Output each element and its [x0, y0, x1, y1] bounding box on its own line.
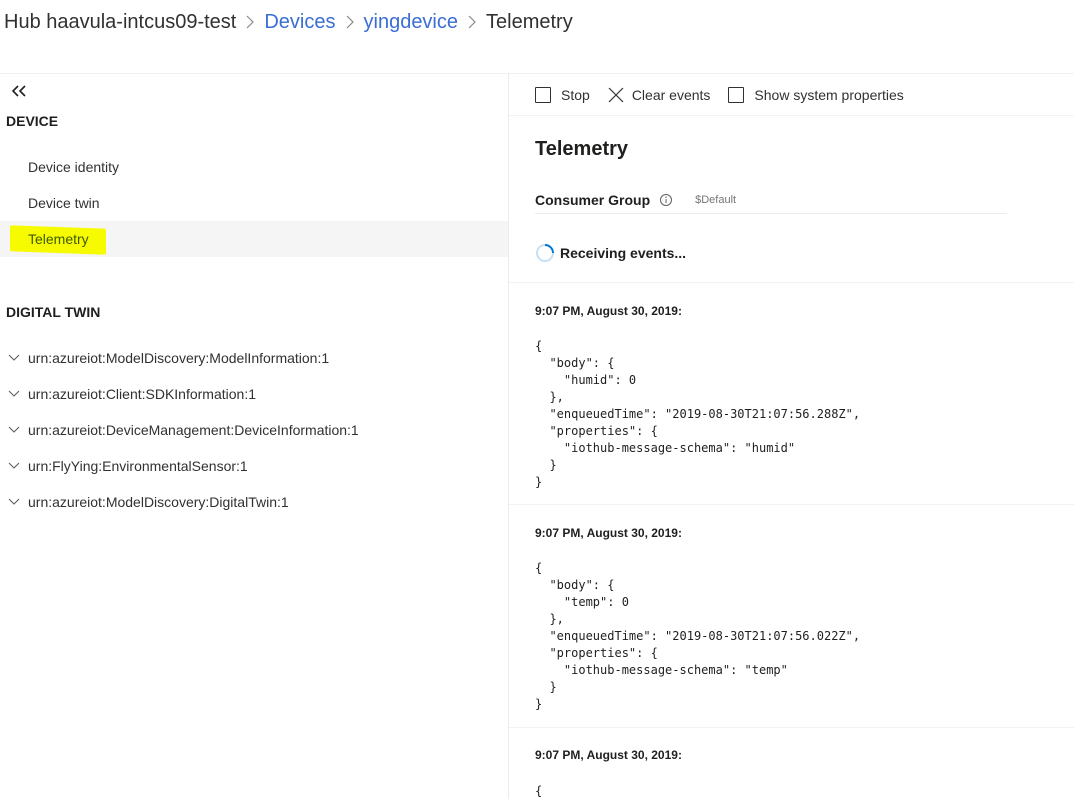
- chevron-right-icon: [236, 8, 264, 36]
- stop-button[interactable]: Stop: [535, 75, 590, 115]
- tree-item-model-information[interactable]: urn:azureiot:ModelDiscovery:ModelInforma…: [0, 340, 508, 376]
- device-group-title: DEVICE: [6, 113, 59, 129]
- chevron-right-icon: [336, 8, 364, 36]
- show-system-properties-label: Show system properties: [754, 86, 904, 103]
- nav-item-device-identity[interactable]: Device identity: [0, 149, 508, 185]
- left-nav: DEVICE Device identity Device twin Telem…: [0, 73, 508, 799]
- digital-twin-group-title: DIGITAL TWIN: [6, 304, 101, 320]
- nav-item-label: Telemetry: [28, 231, 89, 247]
- stop-checkbox-icon: [535, 86, 551, 103]
- chevron-down-icon: [0, 462, 28, 470]
- chevron-down-icon: [0, 354, 28, 362]
- event-timestamp: 9:07 PM, August 30, 2019:: [535, 748, 682, 762]
- tree-item-label: urn:azureiot:DeviceManagement:DeviceInfo…: [28, 422, 359, 438]
- command-bar: Stop Clear events Show system properties: [509, 74, 1074, 116]
- event-json: {: [535, 784, 543, 798]
- event-item: 9:07 PM, August 30, 2019: {: [509, 728, 1074, 799]
- stop-label: Stop: [561, 86, 590, 103]
- breadcrumb-hub: Hub haavula-intcus09-test: [4, 10, 237, 33]
- nav-item-device-twin[interactable]: Device twin: [0, 185, 508, 221]
- clear-events-label: Clear events: [631, 86, 711, 103]
- tree-item-label: urn:FlyYing:EnvironmentalSensor:1: [28, 458, 248, 474]
- breadcrumb-device-link[interactable]: yingdevice: [364, 11, 459, 34]
- breadcrumb-devices-link[interactable]: Devices: [264, 11, 335, 34]
- tree-item-environmental-sensor[interactable]: urn:FlyYing:EnvironmentalSensor:1: [0, 448, 508, 484]
- consumer-group-label: Consumer Group: [535, 191, 651, 208]
- consumer-group-input[interactable]: [693, 192, 894, 207]
- clear-events-button[interactable]: Clear events: [608, 75, 711, 115]
- chevron-down-icon: [0, 426, 28, 434]
- info-icon[interactable]: [659, 193, 673, 207]
- tree-item-label: urn:azureiot:ModelDiscovery:ModelInforma…: [28, 350, 330, 366]
- event-timestamp: 9:07 PM, August 30, 2019:: [535, 526, 682, 540]
- clear-icon: [608, 87, 624, 102]
- event-timestamp: 9:07 PM, August 30, 2019:: [535, 304, 682, 318]
- nav-item-label: Device twin: [28, 195, 100, 211]
- breadcrumb-current: Telemetry: [486, 10, 573, 33]
- chevron-down-icon: [0, 390, 28, 398]
- event-item: 9:07 PM, August 30, 2019: { "body": { "h…: [509, 283, 1074, 505]
- event-json: { "body": { "humid": 0 }, "enqueuedTime"…: [535, 339, 861, 489]
- tree-item-digital-twin[interactable]: urn:azureiot:ModelDiscovery:DigitalTwin:…: [0, 484, 508, 520]
- spinner-icon: [536, 244, 554, 262]
- tree-item-sdk-information[interactable]: urn:azureiot:Client:SDKInformation:1: [0, 376, 508, 412]
- chevron-down-icon: [0, 498, 28, 506]
- event-item: 9:07 PM, August 30, 2019: { "body": { "t…: [509, 505, 1074, 728]
- consumer-group-row: Consumer Group: [535, 186, 1007, 214]
- nav-item-label: Device identity: [28, 159, 120, 175]
- nav-item-telemetry[interactable]: Telemetry: [0, 221, 508, 257]
- tree-item-label: urn:azureiot:Client:SDKInformation:1: [28, 386, 256, 402]
- receiving-status: Receiving events...: [535, 243, 686, 263]
- collapse-nav-button[interactable]: [8, 81, 30, 101]
- page-title: Telemetry: [535, 138, 629, 160]
- double-chevron-left-icon: [11, 85, 26, 97]
- chevron-right-icon: [458, 8, 486, 36]
- event-json: { "body": { "temp": 0 }, "enqueuedTime":…: [535, 561, 861, 711]
- status-text: Receiving events...: [560, 245, 687, 261]
- breadcrumb: Hub haavula-intcus09-test Devices yingde…: [4, 8, 573, 36]
- tree-item-device-information[interactable]: urn:azureiot:DeviceManagement:DeviceInfo…: [0, 412, 508, 448]
- checkbox-icon: [728, 86, 745, 103]
- tree-item-label: urn:azureiot:ModelDiscovery:DigitalTwin:…: [28, 494, 289, 510]
- show-system-properties-checkbox[interactable]: Show system properties: [728, 75, 904, 115]
